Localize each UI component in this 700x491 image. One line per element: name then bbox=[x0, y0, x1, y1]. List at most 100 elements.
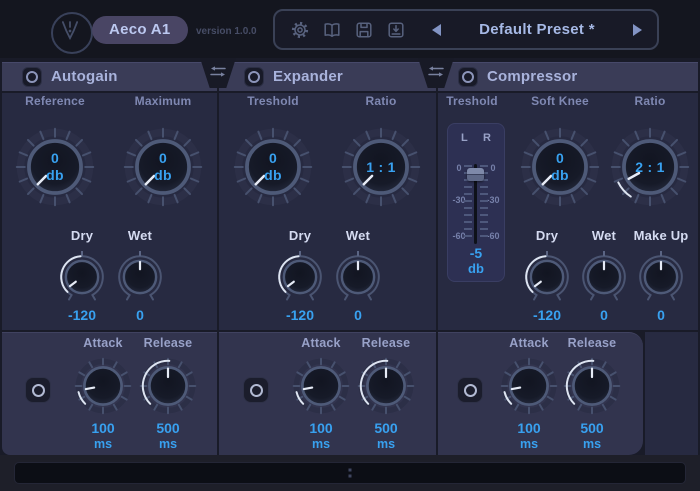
manual-icon[interactable] bbox=[322, 20, 342, 40]
settings-icon[interactable] bbox=[290, 20, 310, 40]
compressor-release-param: Release 500 ms bbox=[562, 336, 622, 451]
param-label: Attack bbox=[83, 336, 122, 350]
param-label: Release bbox=[144, 336, 193, 350]
param-value: 0 bbox=[136, 307, 144, 323]
autogain-wet-knob[interactable] bbox=[114, 251, 166, 303]
param-unit: db bbox=[154, 167, 172, 184]
compressor-envelope-toggle[interactable] bbox=[457, 377, 483, 403]
expander-threshold-knob[interactable]: 0db bbox=[231, 125, 315, 209]
param-value: -120 bbox=[68, 307, 96, 323]
param-value: 500 bbox=[156, 420, 179, 436]
autogain-title: Autogain bbox=[51, 68, 118, 85]
drag-handle-icon[interactable] bbox=[349, 469, 352, 478]
expander-release-knob[interactable] bbox=[356, 356, 416, 416]
compressor-release-knob[interactable] bbox=[562, 356, 622, 416]
autogain-reference-knob[interactable]: 0db bbox=[13, 125, 97, 209]
param-label: Treshold bbox=[247, 94, 299, 108]
compressor-power-toggle[interactable] bbox=[458, 67, 478, 87]
expander-release-param: Release 500 ms bbox=[356, 336, 416, 451]
swap-arrows-icon bbox=[427, 65, 445, 78]
param-unit: ms bbox=[520, 437, 538, 451]
expander-wet-param: Wet 0 bbox=[330, 228, 386, 323]
param-value: 100 bbox=[91, 420, 114, 436]
power-ring-icon bbox=[26, 71, 38, 83]
param-unit: ms bbox=[94, 437, 112, 451]
version-label: version 1.0.0 bbox=[196, 26, 257, 37]
expander-dry-knob[interactable] bbox=[274, 251, 326, 303]
param-label: Wet bbox=[592, 228, 616, 243]
param-unit: db bbox=[551, 167, 569, 184]
param-value: 100 bbox=[309, 420, 332, 436]
plugin-title-badge: Aeco A1 bbox=[92, 16, 188, 44]
compressor-dry-param: Dry -120 bbox=[519, 228, 575, 323]
param-label: Attack bbox=[301, 336, 340, 350]
param-value: -120 bbox=[533, 307, 561, 323]
power-ring-icon bbox=[248, 71, 260, 83]
expander-attack-knob[interactable] bbox=[291, 356, 351, 416]
autogain-envelope-toggle[interactable] bbox=[25, 377, 51, 403]
autogain-attack-param: Attack 100 ms bbox=[73, 336, 133, 451]
autogain-release-knob[interactable] bbox=[138, 356, 198, 416]
autogain-attack-knob[interactable] bbox=[73, 356, 133, 416]
power-ring-icon bbox=[32, 384, 45, 397]
expander-power-toggle[interactable] bbox=[244, 67, 264, 87]
compressor-panel-extension bbox=[645, 332, 698, 455]
preset-name[interactable]: Default Preset * bbox=[441, 21, 633, 38]
autogain-release-param: Release 500 ms bbox=[138, 336, 198, 451]
param-value: 0 bbox=[657, 307, 665, 323]
compressor-ratio-knob[interactable]: 2 : 1 bbox=[608, 125, 692, 209]
param-unit: ms bbox=[583, 437, 601, 451]
threshold-unit: db bbox=[448, 261, 504, 276]
brand-logo-icon bbox=[51, 12, 93, 54]
power-ring-icon bbox=[464, 384, 477, 397]
compressor-header: Compressor bbox=[458, 62, 577, 91]
preset-toolbar: Default Preset * bbox=[273, 9, 659, 50]
expander-ratio-knob[interactable]: 1 : 1 bbox=[339, 125, 423, 209]
param-unit: ms bbox=[312, 437, 330, 451]
power-ring-icon bbox=[462, 71, 474, 83]
param-label: Dry bbox=[536, 228, 558, 243]
param-value: -120 bbox=[286, 307, 314, 323]
param-unit: ms bbox=[159, 437, 177, 451]
power-ring-icon bbox=[250, 384, 263, 397]
swap-arrows-icon bbox=[209, 65, 227, 78]
next-preset-button[interactable] bbox=[633, 24, 642, 36]
compressor-attack-param: Attack 100 ms bbox=[499, 336, 559, 451]
threshold-slider-handle[interactable] bbox=[467, 168, 484, 181]
expander-wet-knob[interactable] bbox=[332, 251, 384, 303]
compressor-softknee-knob[interactable]: 0db bbox=[518, 125, 602, 209]
save-as-icon[interactable] bbox=[386, 20, 406, 40]
param-value: 500 bbox=[580, 420, 603, 436]
param-label: Attack bbox=[509, 336, 548, 350]
compressor-dry-knob[interactable] bbox=[521, 251, 573, 303]
autogain-power-toggle[interactable] bbox=[22, 67, 42, 87]
previous-preset-button[interactable] bbox=[432, 24, 441, 36]
param-label: Wet bbox=[128, 228, 152, 243]
param-label: Ratio bbox=[635, 94, 666, 108]
compressor-attack-knob[interactable] bbox=[499, 356, 559, 416]
compressor-threshold-meter: L R 0 -30 -60 0 -30 -60 -5 db bbox=[447, 123, 505, 282]
param-label: Reference bbox=[25, 94, 85, 108]
meter-channel-right: R bbox=[483, 132, 491, 144]
autogain-dry-knob[interactable] bbox=[56, 251, 108, 303]
param-label: Soft Knee bbox=[531, 94, 589, 108]
compressor-title: Compressor bbox=[487, 68, 577, 85]
expander-envelope-toggle[interactable] bbox=[243, 377, 269, 403]
compressor-makeup-knob[interactable] bbox=[635, 251, 687, 303]
save-preset-icon[interactable] bbox=[354, 20, 374, 40]
compressor-makeup-param: Make Up 0 bbox=[633, 228, 689, 323]
param-value: 0 bbox=[556, 150, 564, 167]
expander-threshold-param: Treshold 0db bbox=[231, 94, 315, 209]
plugin-title: Aeco A1 bbox=[109, 21, 171, 38]
autogain-maximum-knob[interactable]: 0db bbox=[121, 125, 205, 209]
param-value: 0 bbox=[51, 150, 59, 167]
param-label: Dry bbox=[71, 228, 93, 243]
plugin-window: Aeco A1 version 1.0.0 Default Preset * bbox=[0, 0, 700, 491]
compressor-wet-knob[interactable] bbox=[578, 251, 630, 303]
compressor-threshold-label: Treshold bbox=[430, 94, 514, 108]
param-label: Release bbox=[568, 336, 617, 350]
status-bar bbox=[14, 462, 686, 484]
autogain-dry-param: Dry -120 bbox=[54, 228, 110, 323]
autogain-wet-param: Wet 0 bbox=[112, 228, 168, 323]
expander-header: Expander bbox=[244, 62, 343, 91]
